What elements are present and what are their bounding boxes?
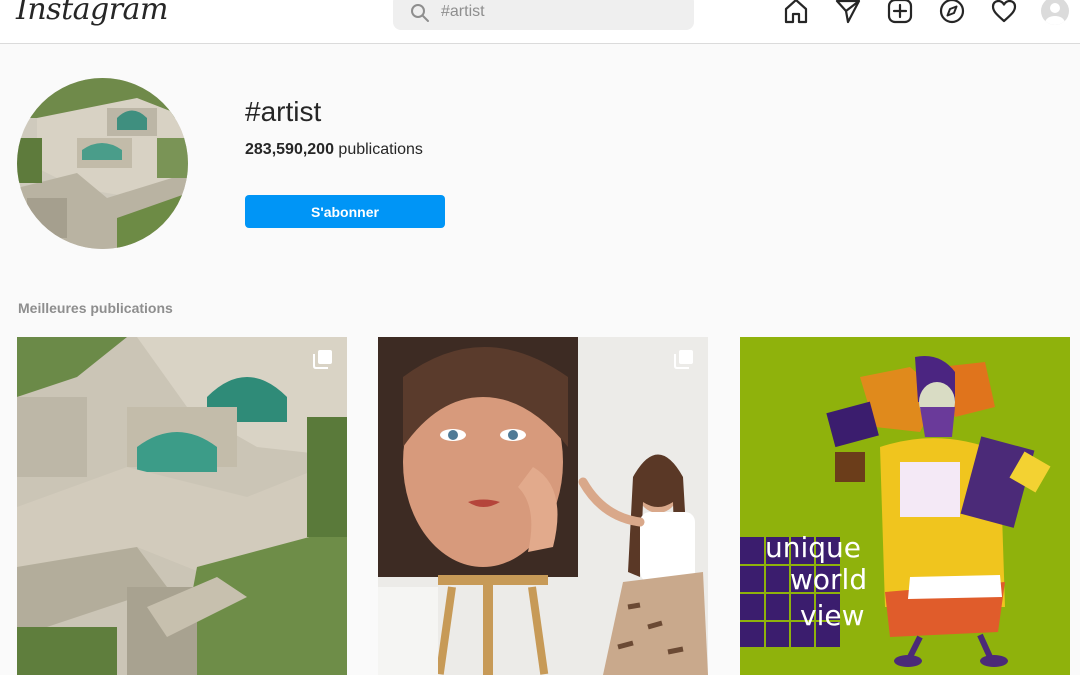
illustration-text-line-3: view xyxy=(800,599,864,632)
new-post-icon[interactable] xyxy=(885,0,915,26)
publications-label: publications xyxy=(333,141,423,158)
top-navigation-bar: Instagram xyxy=(0,0,1080,44)
follow-button[interactable]: S'abonner xyxy=(245,195,445,228)
hashtag-title: #artist xyxy=(245,96,322,127)
profile-avatar[interactable] xyxy=(1041,0,1069,25)
direct-icon[interactable] xyxy=(833,0,863,26)
instagram-logo[interactable]: Instagram xyxy=(16,0,168,27)
search-box[interactable] xyxy=(393,0,694,30)
post-thumbnail-painter[interactable] xyxy=(378,337,708,675)
hashtag-cover-image xyxy=(17,78,188,249)
post-thumbnail-illustration[interactable]: unique world view xyxy=(740,337,1070,675)
top-posts-heading: Meilleures publications xyxy=(18,300,173,316)
multiple-images-icon xyxy=(674,350,693,369)
post-thumbnail-architecture[interactable] xyxy=(17,337,347,675)
illustration-text-line-2: world xyxy=(790,563,867,596)
home-icon[interactable] xyxy=(781,0,811,26)
publications-count: 283,590,200 publications xyxy=(245,141,423,159)
search-input[interactable] xyxy=(441,0,681,24)
search-icon xyxy=(411,4,429,22)
activity-icon[interactable] xyxy=(989,0,1019,26)
illustration-text-line-1: unique xyxy=(765,531,861,564)
publications-number: 283,590,200 xyxy=(245,141,334,158)
explore-icon[interactable] xyxy=(937,0,967,26)
multiple-images-icon xyxy=(313,350,332,369)
